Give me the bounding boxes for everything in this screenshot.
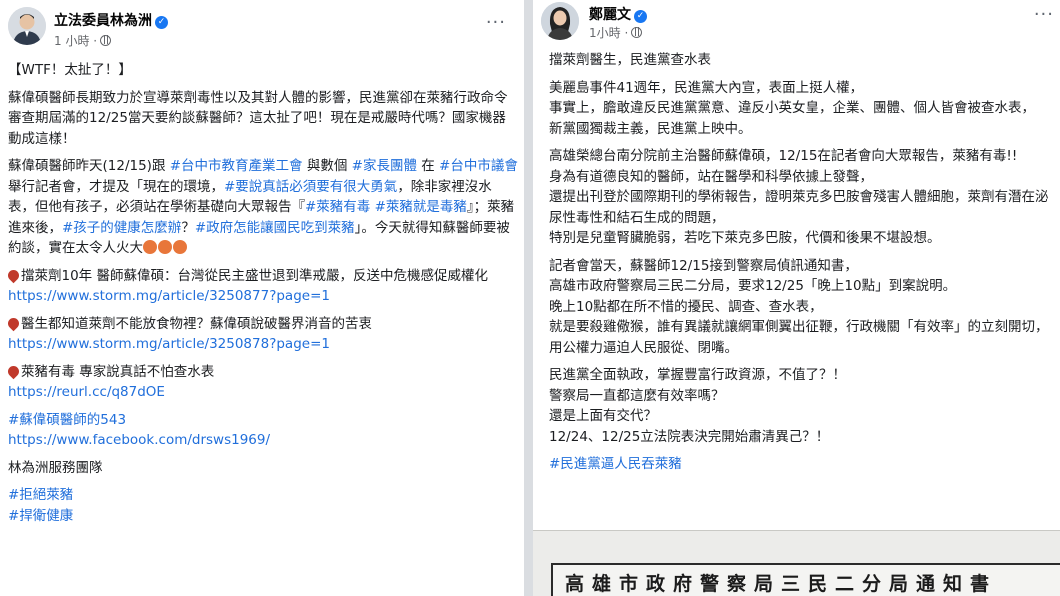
post-text: ？ <box>181 219 195 236</box>
document-title: 高雄市政府警察局三民二分局通知書 <box>565 573 998 595</box>
post-paragraph: 醫生都知道萊劑不能放食物裡？蘇偉碩說破醫界消音的苦衷 https://www.st… <box>5 314 518 355</box>
hashtag-link[interactable]: #拒絕萊豬 <box>8 487 73 503</box>
hashtag-link[interactable]: #捍衛健康 <box>8 508 73 524</box>
post-body: 【WTF！太扯了！】蘇偉碩醫師長期致力於宣導萊劑毒性以及其對人體的影響，民進黨卻… <box>5 60 518 533</box>
hashtag-link[interactable]: #萊豬有毒 <box>305 199 370 215</box>
globe-icon <box>631 27 643 38</box>
author-name[interactable]: 立法委員林為洲 ✓ <box>54 10 168 30</box>
post-paragraph: 林為洲服務團隊 <box>8 458 518 479</box>
post-divider <box>524 0 533 596</box>
globe-icon <box>100 35 112 46</box>
post-right: 鄭麗文 ✓ 1小時 · ··· 擋萊劑醫生，民進黨查水表美麗島事件41週年，民進黨… <box>533 0 1060 596</box>
post-timestamp[interactable]: 1 小時 · <box>54 32 112 49</box>
post-text: 民進黨全面執政，掌握豐富行政資源，不值了？！ 警察局一直都這麼有效率嗎？ 還是上… <box>549 367 846 445</box>
post-text: 記者會當天，蘇醫師12/15接到警察局偵訊通知書， 高雄市政府警察局三民二分局，… <box>549 257 1049 356</box>
hashtag-link[interactable]: #萊豬就是毒豬 <box>375 199 467 215</box>
profile-photo-icon <box>8 7 46 45</box>
hashtag-link[interactable]: #民進黨逼人民吞萊豬 <box>549 456 682 472</box>
post-link[interactable]: https://www.storm.mg/article/3250878?pag… <box>8 336 330 352</box>
post-text: 與數個 <box>302 158 352 174</box>
angry-face-icon <box>158 240 172 254</box>
emoji-group <box>143 240 188 256</box>
attached-document-image[interactable]: 高雄市政府警察局三民二分局通知書 <box>533 530 1060 596</box>
post-paragraph: 高雄榮總台南分院前主治醫師蘇偉碩，12/15在記者會向大眾報告，萊豬有毒!! 身… <box>549 146 1057 249</box>
post-link[interactable]: https://www.storm.mg/article/3250877?pag… <box>8 288 330 304</box>
post-paragraph: 蘇偉碩醫師長期致力於宣導萊劑毒性以及其對人體的影響，民進黨卻在萊豬行政命令審查期… <box>8 88 518 150</box>
post-text: 擋萊劑10年 醫師蘇偉碩：台灣從民主盛世退到準戒嚴，反送中危機感促威權化 <box>21 267 488 284</box>
post-text: 醫生都知道萊劑不能放食物裡？蘇偉碩說破醫界消音的苦衷 <box>21 315 372 332</box>
post-link[interactable]: https://reurl.cc/q87dOE <box>8 384 165 400</box>
profile-photo-icon <box>541 2 579 40</box>
post-paragraph: #拒絕萊豬 #捍衛健康 <box>8 485 518 526</box>
more-options-button[interactable]: ··· <box>1034 4 1054 25</box>
post-paragraph: 擋萊劑10年 醫師蘇偉碩：台灣從民主盛世退到準戒嚴，反送中危機感促威權化 http… <box>5 266 518 307</box>
post-paragraph: 擋萊劑醫生，民進黨查水表 <box>549 50 1057 71</box>
verified-badge-icon: ✓ <box>634 10 647 23</box>
post-left: 立法委員林為洲 ✓ 1 小時 · ··· 【WTF！太扯了！】蘇偉碩醫師長期致力於… <box>0 0 524 596</box>
hashtag-link[interactable]: #要說真話必須要有很大勇氣 <box>224 179 397 195</box>
timestamp-label[interactable]: 1 小時 · <box>54 34 97 48</box>
author-name[interactable]: 鄭麗文 ✓ <box>589 4 647 24</box>
post-text: 高雄榮總台南分院前主治醫師蘇偉碩，12/15在記者會向大眾報告，萊豬有毒!! 身… <box>549 148 1049 246</box>
angry-face-icon <box>173 240 187 254</box>
author-label[interactable]: 立法委員林為洲 <box>54 13 152 29</box>
hashtag-link[interactable]: #台中市議會 <box>439 158 518 174</box>
post-header: 立法委員林為洲 ✓ 1 小時 · ··· <box>0 0 524 52</box>
post-body: 擋萊劑醫生，民進黨查水表美麗島事件41週年，民進黨大內宣，表面上挺人權， 事實上… <box>549 50 1057 482</box>
hashtag-link[interactable]: #孩子的健康怎麼辦 <box>62 220 181 236</box>
post-text: 林為洲服務團隊 <box>8 459 103 476</box>
post-timestamp[interactable]: 1小時 · <box>589 24 643 41</box>
post-link[interactable]: https://www.facebook.com/drsws1969/ <box>8 432 270 448</box>
post-paragraph: #蘇偉碩醫師的543 https://www.facebook.com/drsws… <box>8 410 518 451</box>
more-options-button[interactable]: ··· <box>486 12 506 33</box>
hashtag-link[interactable]: #政府怎能讓國民吃到萊豬 <box>195 220 355 236</box>
angry-face-icon <box>143 240 157 254</box>
pin-icon <box>5 267 22 283</box>
post-text: 蘇偉碩醫師長期致力於宣導萊劑毒性以及其對人體的影響，民進黨卻在萊豬行政命令審查期… <box>8 89 508 147</box>
hashtag-link[interactable]: #家長團體 <box>352 158 417 174</box>
post-paragraph: 【WTF！太扯了！】 <box>8 60 518 81</box>
document-title-box: 高雄市政府警察局三民二分局通知書 <box>551 563 1060 596</box>
post-paragraph: 美麗島事件41週年，民進黨大內宣，表面上挺人權， 事實上，膽敢違反民進黨黨意、違… <box>549 78 1057 140</box>
post-text: 萊豬有毒 專家說真話不怕查水表 <box>21 363 215 380</box>
post-paragraph: 民進黨全面執政，掌握豐富行政資源，不值了？！ 警察局一直都這麼有效率嗎？ 還是上… <box>549 365 1057 447</box>
post-paragraph: 萊豬有毒 專家說真話不怕查水表 https://reurl.cc/q87dOE <box>5 362 518 403</box>
post-text: 美麗島事件41週年，民進黨大內宣，表面上挺人權， 事實上，膽敢違反民進黨黨意、違… <box>549 79 1035 137</box>
pin-icon <box>5 363 22 379</box>
author-label[interactable]: 鄭麗文 <box>589 7 631 23</box>
hashtag-link[interactable]: #台中市教育產業工會 <box>170 158 303 174</box>
post-paragraph: 蘇偉碩醫師昨天(12/15)跟 #台中市教育產業工會 與數個 #家長團體 在 #… <box>8 156 518 259</box>
verified-badge-icon: ✓ <box>155 16 168 29</box>
timestamp-label[interactable]: 1小時 · <box>589 26 628 40</box>
post-paragraph: 記者會當天，蘇醫師12/15接到警察局偵訊通知書， 高雄市政府警察局三民二分局，… <box>549 256 1057 359</box>
avatar[interactable] <box>541 2 579 40</box>
hashtag-link[interactable]: #蘇偉碩醫師的543 <box>8 412 126 428</box>
avatar[interactable] <box>8 7 46 45</box>
post-text: 擋萊劑醫生，民進黨查水表 <box>549 52 711 68</box>
post-paragraph: #民進黨逼人民吞萊豬 <box>549 454 1057 475</box>
pin-icon <box>5 315 22 331</box>
post-text: 【WTF！太扯了！】 <box>8 62 132 78</box>
post-text: 在 <box>416 158 440 174</box>
post-header: 鄭麗文 ✓ 1小時 · ··· <box>533 0 1060 52</box>
post-text: 蘇偉碩醫師昨天(12/15)跟 <box>8 158 170 174</box>
